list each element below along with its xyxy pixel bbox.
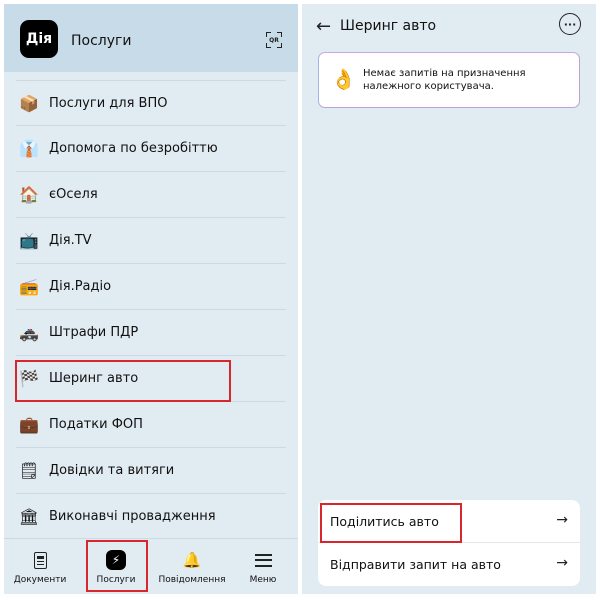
- page-title: Шеринг авто: [340, 18, 437, 34]
- service-label: Податки ФОП: [49, 417, 143, 432]
- tab-notifications[interactable]: 🔔 Повідомлення: [156, 539, 228, 594]
- police-car-icon: 🚓: [19, 323, 39, 342]
- arrow-right-icon: →: [556, 555, 568, 571]
- service-item-enforcement[interactable]: 🏛 Виконавчі провадження: [16, 494, 286, 540]
- service-item-diia-radio[interactable]: 📻 Дія.Радіо: [16, 264, 286, 310]
- service-item-traffic-fines[interactable]: 🚓 Штрафи ПДР: [16, 310, 286, 356]
- bell-icon: 🔔: [182, 551, 202, 569]
- service-label: єОселя: [49, 187, 98, 202]
- service-label: Дія.Радіо: [49, 279, 112, 294]
- tab-documents[interactable]: Документи: [14, 539, 66, 594]
- back-arrow-icon[interactable]: ←: [316, 16, 331, 37]
- diia-logo[interactable]: Дія: [20, 20, 58, 58]
- services-header: Дія Послуги QR: [4, 4, 298, 72]
- notice-text: Немає запитів на призначення належного к…: [363, 68, 526, 92]
- necktie-icon: 👔: [19, 139, 39, 158]
- info-notice: 👌 Немає запитів на призначення належного…: [318, 52, 580, 108]
- qr-label: QR: [269, 36, 279, 44]
- tv-icon: 📺: [19, 231, 39, 250]
- notepad-icon: 🗒: [18, 461, 40, 480]
- tab-label: Повідомлення: [158, 575, 226, 585]
- service-item-certificates[interactable]: 🗒 Довідки та витяги: [16, 448, 286, 494]
- house-icon: 🏠: [19, 185, 39, 204]
- services-screen: Дія Послуги QR 📦 Послуги для ВПО 👔 Допом…: [4, 4, 298, 594]
- page-title: Послуги: [71, 33, 132, 49]
- radio-icon: 📻: [19, 277, 39, 296]
- tab-menu[interactable]: Меню: [239, 539, 287, 594]
- bottom-tab-bar: Документи ⚡ Послуги 🔔 Повідомлення Меню: [4, 538, 298, 594]
- document-icon: [33, 551, 47, 569]
- service-label: Виконавчі провадження: [49, 509, 216, 524]
- share-car-highlight: [320, 503, 462, 543]
- tab-label: Меню: [249, 575, 277, 585]
- service-label: Дія.TV: [49, 233, 92, 248]
- services-list: 📦 Послуги для ВПО 👔 Допомога по безробіт…: [16, 80, 286, 540]
- box-icon: 📦: [19, 93, 39, 113]
- qr-scan-icon[interactable]: QR: [266, 32, 282, 48]
- service-label: Допомога по безробіттю: [49, 141, 218, 156]
- service-label: Послуги для ВПО: [49, 95, 168, 111]
- action-label: Відправити запит на авто: [330, 557, 501, 572]
- bank-icon: 🏛: [18, 507, 40, 526]
- service-item-diia-tv[interactable]: 📺 Дія.TV: [16, 218, 286, 264]
- service-item-unemployment[interactable]: 👔 Допомога по безробіттю: [16, 126, 286, 172]
- service-item-fop-taxes[interactable]: 💼 Податки ФОП: [16, 402, 286, 448]
- service-item-vpo[interactable]: 📦 Послуги для ВПО: [16, 80, 286, 126]
- car-sharing-screen: ← Шеринг авто ··· 👌 Немає запитів на при…: [302, 4, 596, 594]
- car-sharing-highlight: [15, 360, 231, 402]
- tab-label: Документи: [13, 575, 67, 585]
- service-label: Довідки та витяги: [49, 463, 175, 478]
- service-item-eoselia[interactable]: 🏠 єОселя: [16, 172, 286, 218]
- briefcase-icon: 💼: [19, 415, 39, 434]
- service-label: Штрафи ПДР: [49, 325, 139, 340]
- more-options-icon[interactable]: ···: [559, 13, 581, 35]
- hamburger-icon: [254, 553, 272, 567]
- request-car-button[interactable]: Відправити запит на авто →: [318, 543, 580, 586]
- ok-hand-icon: 👌: [331, 67, 356, 91]
- services-tab-highlight: [86, 540, 148, 592]
- arrow-right-icon: →: [556, 512, 568, 528]
